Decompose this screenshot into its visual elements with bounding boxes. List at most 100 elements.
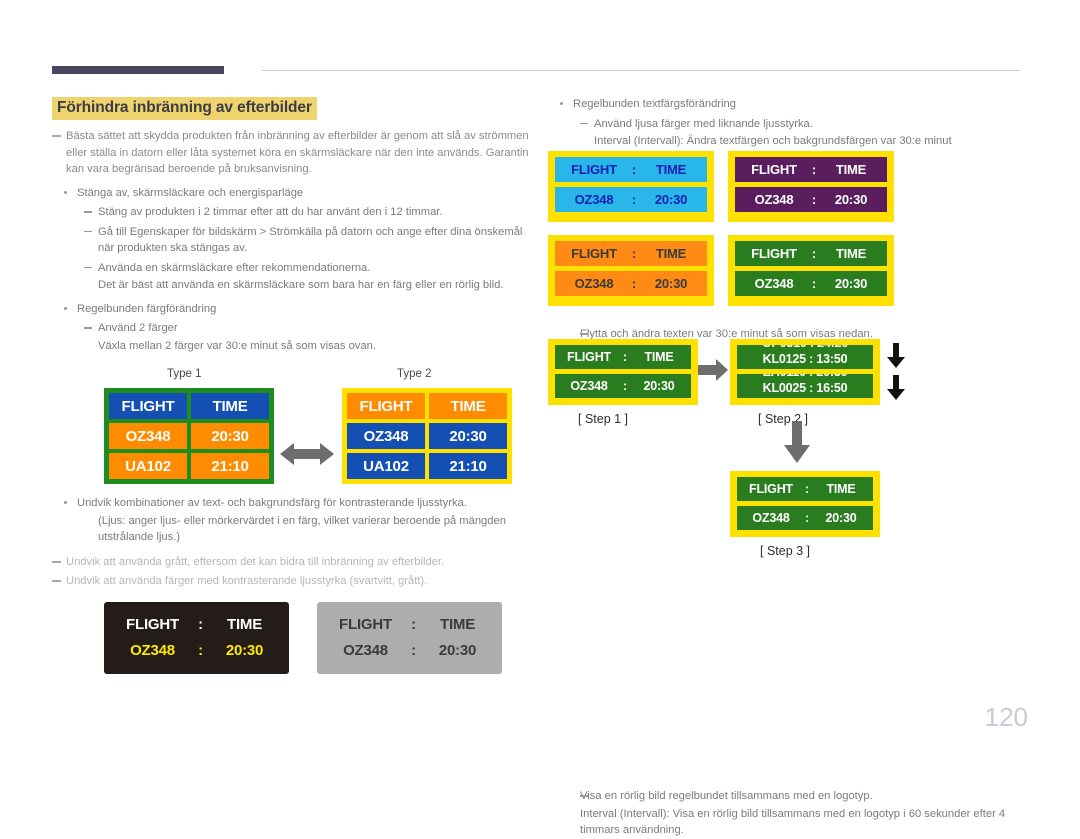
- type1-cell-flight-2: UA102: [109, 453, 187, 479]
- intro-note: Bästa sättet att skydda produkten från i…: [52, 128, 532, 178]
- dark-board-code: OZ348: [130, 642, 175, 659]
- board-orange-header: FLIGHT : TIME: [563, 246, 699, 261]
- board-green-clock: 20:30: [834, 276, 868, 291]
- arrow-right-icon: [698, 359, 728, 381]
- step3-data: OZ348 : 20:30: [743, 511, 867, 525]
- gray-board-header-row: FLIGHT : TIME: [329, 616, 491, 633]
- step2-row2-bottom-text: KL0025 : 16:50: [762, 381, 848, 395]
- dark-board-time-label: TIME: [226, 616, 263, 633]
- step1-clock: 20:30: [643, 379, 675, 393]
- board-orange-colon-1: :: [631, 246, 637, 261]
- header-rule: [262, 70, 1020, 71]
- board-cyan-colon-1: :: [631, 162, 637, 177]
- step1-colon-1: :: [623, 350, 627, 364]
- step1-data: OZ348 : 20:30: [561, 379, 685, 393]
- step1-header-row: FLIGHT : TIME: [555, 345, 691, 369]
- board-purple-header-row: FLIGHT : TIME: [735, 157, 887, 182]
- dark-board-header-row: FLIGHT : TIME: [116, 616, 278, 633]
- board-purple-flight-label: FLIGHT: [751, 162, 797, 177]
- board-purple-colon-1: :: [811, 162, 817, 177]
- board-purple-clock: 20:30: [834, 192, 868, 207]
- board-green: FLIGHT : TIME OZ348 : 20:30: [728, 235, 894, 306]
- step1-code: OZ348: [570, 379, 608, 393]
- dark-board: FLIGHT : TIME OZ348 : 20:30: [104, 601, 289, 674]
- board-orange-data-row: OZ348 : 20:30: [555, 271, 707, 296]
- step3-code: OZ348: [752, 511, 790, 525]
- board-orange-clock: 20:30: [654, 276, 688, 291]
- board-orange-data: OZ348 : 20:30: [563, 276, 699, 291]
- step2-row1-top-text: OP0310 : 24:20: [737, 345, 873, 350]
- steps-figure: Flytta och ändra texten var 30:e minut s…: [548, 326, 1030, 836]
- board-green-data: OZ348 : 20:30: [743, 276, 879, 291]
- right-tail-text: Visa en rörlig bild regelbundet tillsamm…: [548, 788, 1030, 839]
- dark-board-data-row: OZ348 : 20:30: [116, 642, 278, 659]
- board-purple-data: OZ348 : 20:30: [743, 192, 879, 207]
- step3-header-row: FLIGHT : TIME: [737, 477, 873, 501]
- dark-board-flight-label: FLIGHT: [126, 616, 179, 633]
- scroll-down-arrows-icon: [886, 343, 906, 403]
- type2-cell-time-1: 20:30: [429, 423, 507, 449]
- board-purple-code: OZ348: [754, 192, 794, 207]
- step3-label: [ Step 3 ]: [760, 544, 811, 558]
- bullet-power-saving: Stänga av, skärmsläckare och energisparl…: [52, 185, 532, 202]
- sub-screensaver-detail: Det är bäst att använda en skärmsläckare…: [98, 279, 504, 291]
- step2-row2-top-text: EA0110 : 20:30: [737, 374, 873, 379]
- type1-cell-time-1: 20:30: [191, 423, 269, 449]
- type2-label: Type 2: [397, 368, 432, 380]
- dash-screensaver: Använda en skärmsläckare efter rekommend…: [52, 260, 532, 277]
- bidirectional-arrow-icon: [280, 441, 334, 467]
- gray-board: FLIGHT : TIME OZ348 : 20:30: [317, 601, 502, 674]
- page-number: 120: [984, 702, 1028, 732]
- board-cyan-time-label: TIME: [655, 162, 687, 177]
- sub-interval-30min: Interval (Intervall): Ändra textfärgen o…: [594, 135, 952, 147]
- board-green-colon-2: :: [811, 276, 817, 291]
- dark-board-colon-2: :: [198, 642, 203, 659]
- step1-board: FLIGHT : TIME OZ348 : 20:30: [548, 339, 698, 405]
- board-purple-time-label: TIME: [835, 162, 867, 177]
- step1-header: FLIGHT : TIME: [561, 350, 685, 364]
- type2-cell-time-2: 21:10: [429, 453, 507, 479]
- type2-cell-flight-2: UA102: [347, 453, 425, 479]
- type-boards-figure: Type 1 Type 2 FLIGHT TIME OZ348 20:30 UA…: [52, 368, 532, 488]
- step2-row1-bottom-text: KL0125 : 13:50: [762, 352, 848, 366]
- board-cyan-header-row: FLIGHT : TIME: [555, 157, 707, 182]
- right-column: Regelbunden textfärgsförändring Använd l…: [548, 96, 1030, 836]
- bullet-avoid-contrast: Undvik kombinationer av text- och bakgru…: [52, 495, 532, 512]
- gray-board-colon-1: :: [411, 616, 416, 633]
- board-green-code: OZ348: [754, 276, 794, 291]
- gray-board-colon-2: :: [411, 642, 416, 659]
- board-cyan-colon-2: :: [631, 192, 637, 207]
- bullet-text-color-change: Regelbunden textfärgsförändring: [548, 96, 1030, 113]
- step3-flight-label: FLIGHT: [749, 482, 793, 496]
- dash-turn-off-2h: Stäng av produkten i 2 timmar efter att …: [52, 204, 532, 221]
- type2-cell-flight-header: FLIGHT: [347, 393, 425, 419]
- dash-use-two-colors: Använd 2 färger: [52, 320, 532, 337]
- board-orange-header-row: FLIGHT : TIME: [555, 241, 707, 266]
- board-cyan-data: OZ348 : 20:30: [563, 192, 699, 207]
- board-purple-header: FLIGHT : TIME: [743, 162, 879, 177]
- board-purple-data-row: OZ348 : 20:30: [735, 187, 887, 212]
- note-avoid-contrasting: Undvik att använda färger med kontraster…: [52, 573, 532, 590]
- gray-board-clock: 20:30: [438, 642, 477, 659]
- sub-luminance-detail: (Ljus: anger ljus- eller mörkervärdet i …: [98, 514, 506, 544]
- step3-header: FLIGHT : TIME: [743, 482, 867, 496]
- board-cyan: FLIGHT : TIME OZ348 : 20:30: [548, 151, 714, 222]
- gray-board-data-row: OZ348 : 20:30: [329, 642, 491, 659]
- step3-colon-2: :: [805, 511, 809, 525]
- step2-scroll-row-1: OP0310 : 24:20 KL0125 : 13:50: [737, 345, 873, 369]
- arrow-down-icon: [784, 421, 810, 463]
- step1-data-row: OZ348 : 20:30: [555, 374, 691, 398]
- step1-label: [ Step 1 ]: [578, 412, 629, 426]
- dash-bright-colors: Använd ljusa färger med liknande ljussty…: [548, 116, 1030, 133]
- step2-scroll-row-2: EA0110 : 20:30 KL0025 : 16:50: [737, 374, 873, 398]
- step3-colon-1: :: [805, 482, 809, 496]
- board-orange-flight-label: FLIGHT: [571, 246, 617, 261]
- type2-cell-flight-1: OZ348: [347, 423, 425, 449]
- type1-label: Type 1: [167, 368, 202, 380]
- board-orange-colon-2: :: [631, 276, 637, 291]
- step3-data-row: OZ348 : 20:30: [737, 506, 873, 530]
- gray-board-flight-label: FLIGHT: [339, 616, 392, 633]
- board-orange: FLIGHT : TIME OZ348 : 20:30: [548, 235, 714, 306]
- gray-board-code: OZ348: [343, 642, 388, 659]
- step1-time-label: TIME: [644, 350, 674, 364]
